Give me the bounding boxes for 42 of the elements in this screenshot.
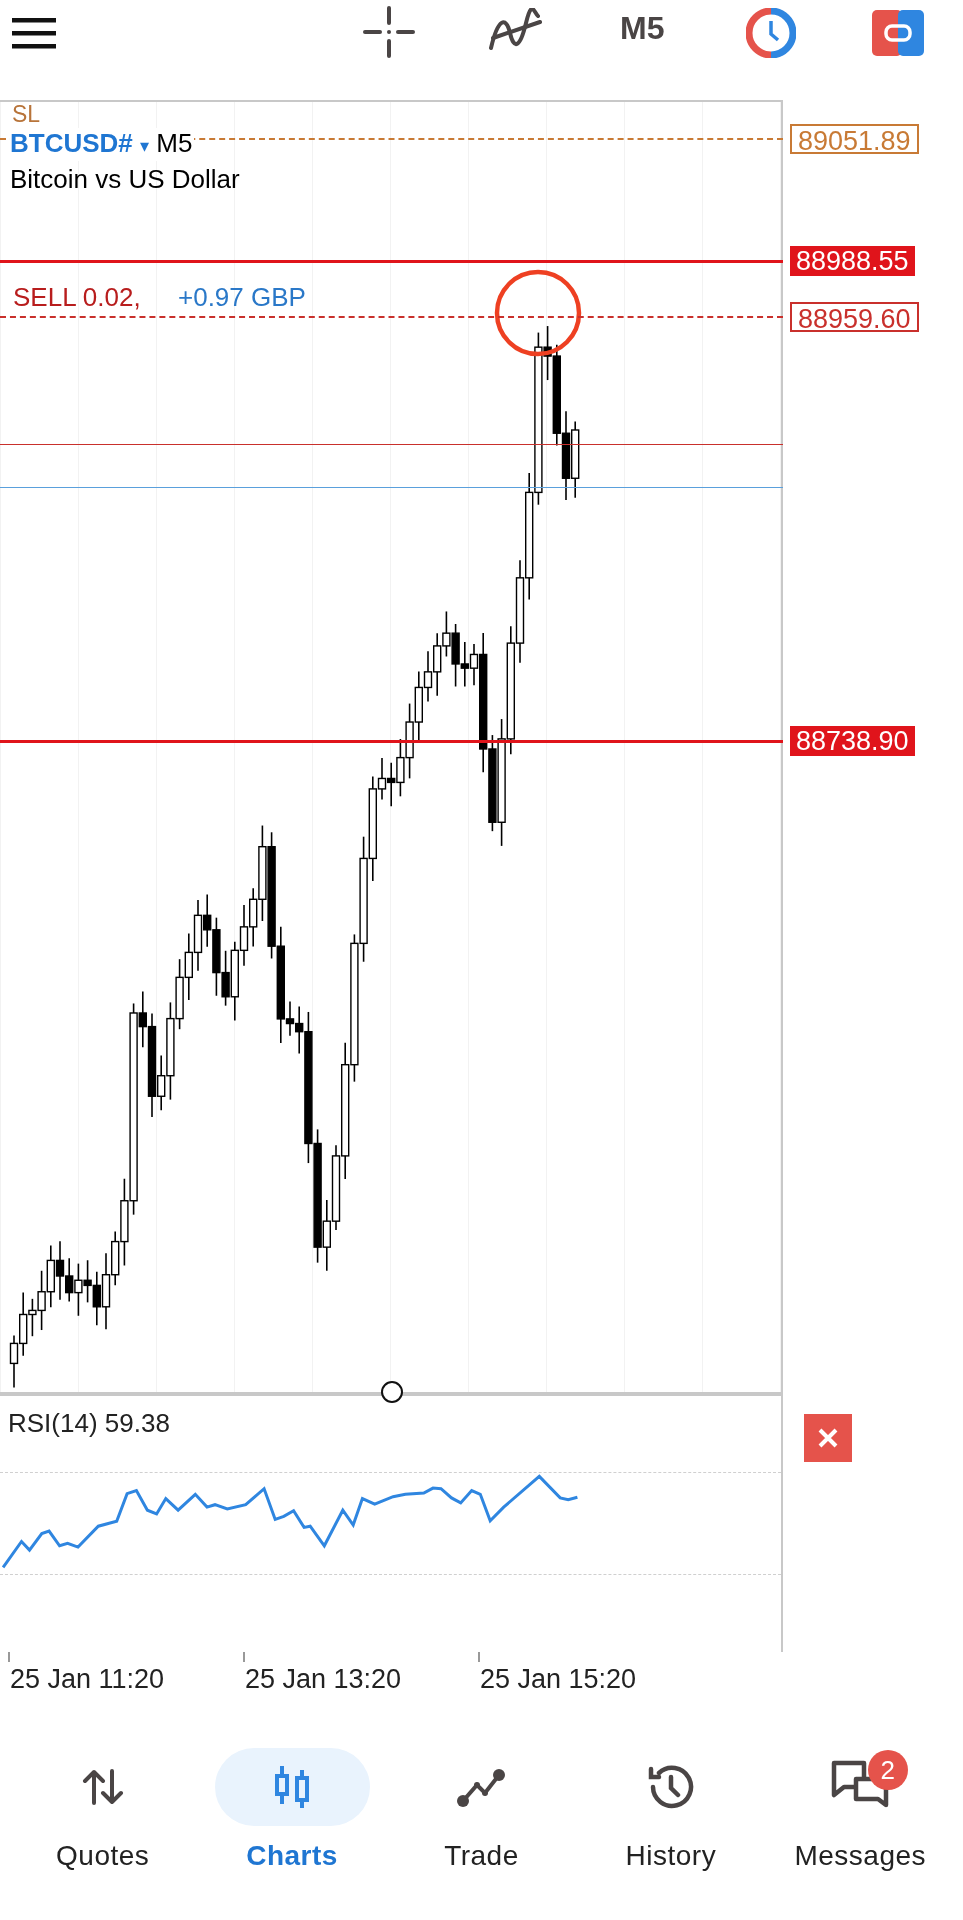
close-icon — [817, 1427, 839, 1449]
candlestick — [46, 1244, 55, 1309]
symbol-selector[interactable]: BTCUSD# ▾ M5 — [10, 128, 195, 161]
symbol-description: Bitcoin vs US Dollar — [10, 164, 240, 195]
notification-badge: 2 — [867, 1750, 908, 1790]
candlestick — [9, 1334, 19, 1389]
candlestick — [65, 1257, 74, 1303]
nav-tab[interactable]: History — [593, 1748, 749, 1872]
candlestick — [55, 1240, 65, 1301]
stop-loss-label: SL — [12, 102, 41, 126]
candlestick — [184, 932, 193, 1001]
time-label: 25 Jan 13:20 — [245, 1664, 402, 1695]
time-label: 25 Jan 11:20 — [10, 1664, 165, 1695]
position-side: SELL 0.02, — [13, 282, 141, 313]
candlestick — [451, 623, 460, 688]
resize-handle[interactable] — [381, 1381, 403, 1403]
price-label: 88738.90 — [790, 726, 915, 756]
candlestick — [396, 738, 405, 798]
candlestick — [239, 904, 249, 967]
price-label: 88959.60 — [790, 302, 919, 332]
nav-tab[interactable]: 2 Messages — [782, 1748, 938, 1872]
close-button[interactable] — [804, 1414, 852, 1462]
timeframe-button[interactable]: M5 — [620, 10, 665, 47]
candlestick — [442, 610, 451, 658]
candlestick — [83, 1259, 92, 1304]
time-label: 25 Jan 15:20 — [480, 1664, 637, 1695]
toggle-icon[interactable] — [872, 10, 924, 56]
price-label: 88988.55 — [790, 246, 915, 276]
candlestick — [387, 761, 396, 808]
candlestick — [433, 632, 442, 697]
candlestick — [423, 650, 433, 703]
nav-tab[interactable]: Quotes — [25, 1748, 181, 1872]
price-label: 89051.89 — [790, 124, 919, 154]
candlestick — [175, 958, 184, 1030]
position-profit: +0.97 GBP — [178, 282, 306, 313]
clock-icon[interactable] — [746, 8, 796, 58]
arrows-icon — [80, 1767, 125, 1807]
candlestick — [74, 1262, 83, 1317]
crosshair-icon[interactable] — [363, 6, 415, 58]
nav-tab[interactable]: Trade — [403, 1748, 559, 1872]
candlestick — [460, 641, 469, 688]
indicator-label: RSI(14) 59.38 — [8, 1408, 170, 1439]
